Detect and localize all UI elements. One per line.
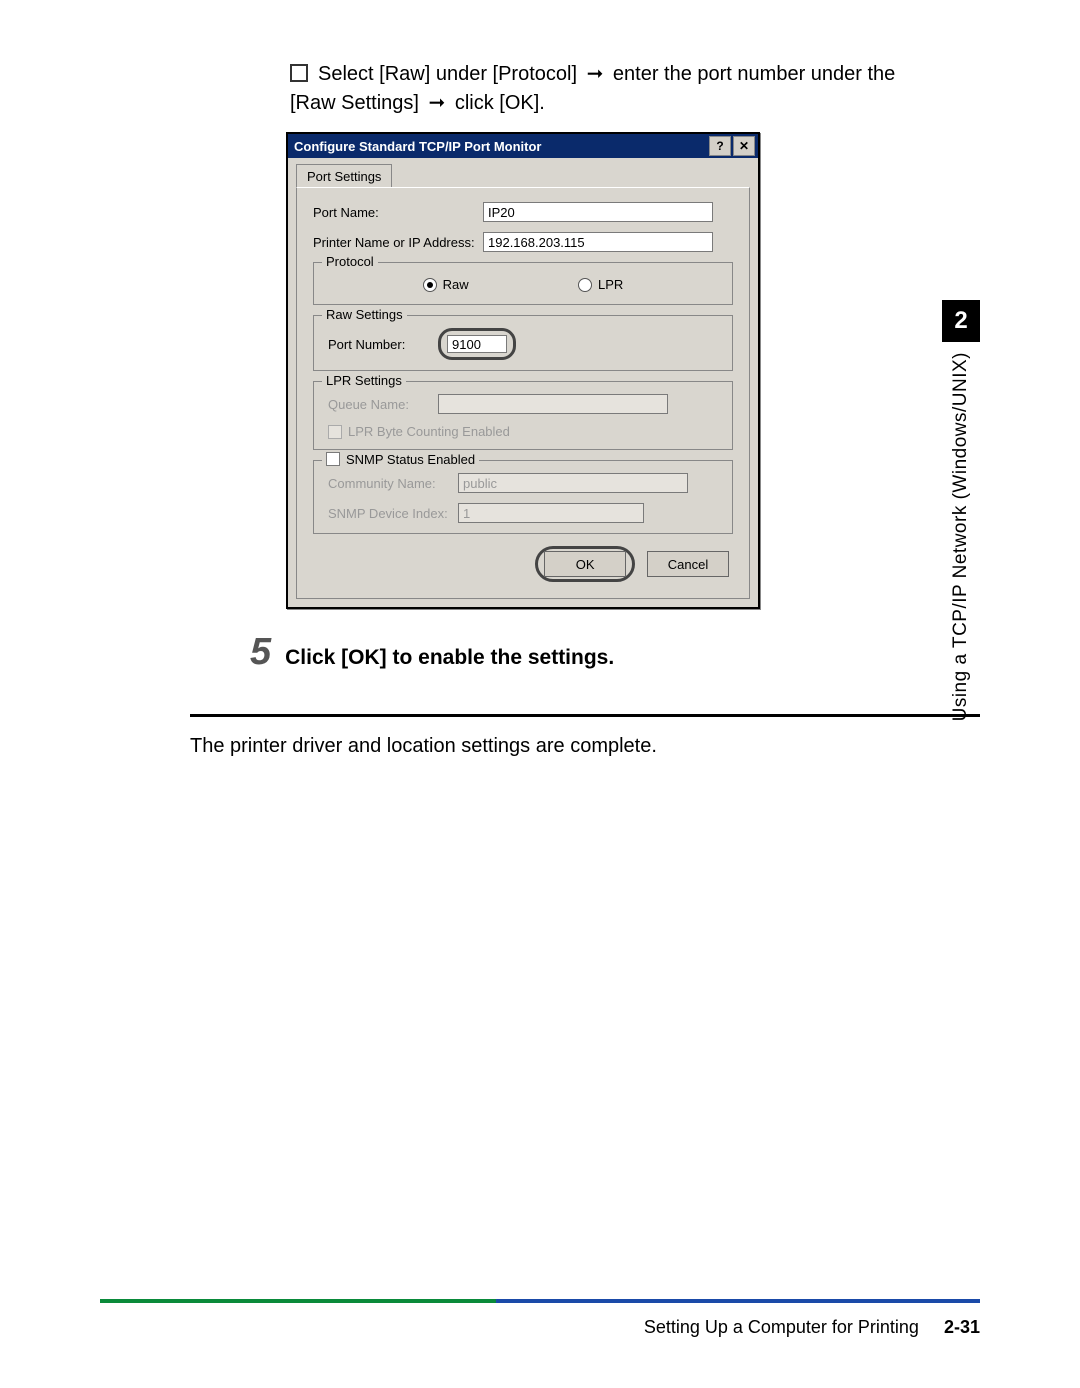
footer-text: Setting Up a Computer for Printing 2-31 bbox=[100, 1317, 980, 1338]
checkbox-unchecked-icon bbox=[328, 425, 342, 439]
close-button[interactable]: ✕ bbox=[733, 136, 755, 156]
raw-settings-legend: Raw Settings bbox=[322, 307, 407, 322]
port-number-label: Port Number: bbox=[328, 337, 438, 352]
radio-lpr-label: LPR bbox=[598, 277, 623, 292]
footer-section: Setting Up a Computer for Printing bbox=[644, 1317, 919, 1337]
printer-ip-input[interactable] bbox=[483, 232, 713, 252]
completion-text: The printer driver and location settings… bbox=[190, 735, 980, 758]
radio-selected-icon bbox=[423, 278, 437, 292]
section-divider bbox=[190, 714, 980, 717]
queue-name-row: Queue Name: bbox=[328, 394, 718, 414]
queue-name-label: Queue Name: bbox=[328, 397, 438, 412]
footer-page-number: 2-31 bbox=[944, 1317, 980, 1337]
ok-highlight: OK bbox=[535, 546, 635, 582]
footer-color-bar bbox=[100, 1299, 980, 1303]
checkbox-unchecked-icon bbox=[326, 452, 340, 466]
printer-ip-label: Printer Name or IP Address: bbox=[313, 235, 483, 250]
printer-ip-row: Printer Name or IP Address: bbox=[313, 232, 733, 252]
port-number-highlight bbox=[438, 328, 516, 360]
port-name-label: Port Name: bbox=[313, 205, 483, 220]
chapter-side-tab: 2 Using a TCP/IP Network (Windows/UNIX) bbox=[942, 300, 980, 721]
community-input bbox=[458, 473, 688, 493]
instruction-paragraph: Select [Raw] under [Protocol] ➞ enter th… bbox=[290, 60, 930, 118]
snmp-index-label: SNMP Device Index: bbox=[328, 506, 458, 521]
page-footer: Setting Up a Computer for Printing 2-31 bbox=[0, 1299, 1080, 1338]
dialog-title: Configure Standard TCP/IP Port Monitor bbox=[294, 139, 707, 154]
bullet-square-icon bbox=[290, 64, 308, 82]
step-heading: 5 Click [OK] to enable the settings. bbox=[250, 631, 980, 674]
radio-lpr[interactable]: LPR bbox=[578, 277, 623, 292]
snmp-index-row: SNMP Device Index: bbox=[328, 503, 718, 523]
queue-name-input bbox=[438, 394, 668, 414]
port-number-input[interactable] bbox=[447, 335, 507, 353]
instruction-prefix: Select [Raw] under [Protocol] bbox=[318, 63, 583, 85]
dialog-panel: Port Name: Printer Name or IP Address: P… bbox=[296, 187, 750, 599]
dialog-titlebar: Configure Standard TCP/IP Port Monitor ?… bbox=[288, 134, 758, 158]
dialog-button-row: OK Cancel bbox=[313, 540, 733, 590]
protocol-group: Protocol Raw LPR bbox=[313, 262, 733, 305]
ok-button[interactable]: OK bbox=[544, 551, 626, 577]
help-icon: ? bbox=[716, 139, 723, 153]
close-icon: ✕ bbox=[739, 139, 749, 153]
radio-raw-label: Raw bbox=[443, 277, 469, 292]
protocol-radios: Raw LPR bbox=[328, 275, 718, 294]
page: Select [Raw] under [Protocol] ➞ enter th… bbox=[0, 0, 1080, 1388]
lpr-byte-label: LPR Byte Counting Enabled bbox=[348, 424, 510, 439]
radio-raw[interactable]: Raw bbox=[423, 277, 469, 292]
snmp-group: SNMP Status Enabled Community Name: SNMP… bbox=[313, 460, 733, 534]
dialog-tabbar: Port Settings bbox=[288, 158, 758, 187]
step-text: Click [OK] to enable the settings. bbox=[285, 646, 614, 670]
tab-port-settings[interactable]: Port Settings bbox=[296, 164, 392, 187]
step-number: 5 bbox=[250, 631, 271, 674]
snmp-index-input bbox=[458, 503, 644, 523]
chapter-number: 2 bbox=[942, 300, 980, 342]
community-label: Community Name: bbox=[328, 476, 458, 491]
tcpip-port-dialog: Configure Standard TCP/IP Port Monitor ?… bbox=[286, 132, 760, 609]
port-name-input[interactable] bbox=[483, 202, 713, 222]
lpr-settings-group: LPR Settings Queue Name: LPR Byte Counti… bbox=[313, 381, 733, 450]
snmp-legend-text: SNMP Status Enabled bbox=[346, 452, 475, 467]
lpr-byte-row: LPR Byte Counting Enabled bbox=[328, 424, 718, 439]
raw-settings-group: Raw Settings Port Number: bbox=[313, 315, 733, 371]
radio-unselected-icon bbox=[578, 278, 592, 292]
port-name-row: Port Name: bbox=[313, 202, 733, 222]
chapter-label: Using a TCP/IP Network (Windows/UNIX) bbox=[950, 352, 972, 721]
arrow-icon: ➞ bbox=[429, 89, 446, 118]
instruction-suffix: click [OK]. bbox=[449, 92, 545, 114]
arrow-icon: ➞ bbox=[587, 60, 604, 89]
lpr-settings-legend: LPR Settings bbox=[322, 373, 406, 388]
snmp-legend[interactable]: SNMP Status Enabled bbox=[322, 452, 479, 467]
port-number-row: Port Number: bbox=[328, 328, 718, 360]
community-row: Community Name: bbox=[328, 473, 718, 493]
protocol-legend: Protocol bbox=[322, 254, 378, 269]
cancel-button[interactable]: Cancel bbox=[647, 551, 729, 577]
help-button[interactable]: ? bbox=[709, 136, 731, 156]
